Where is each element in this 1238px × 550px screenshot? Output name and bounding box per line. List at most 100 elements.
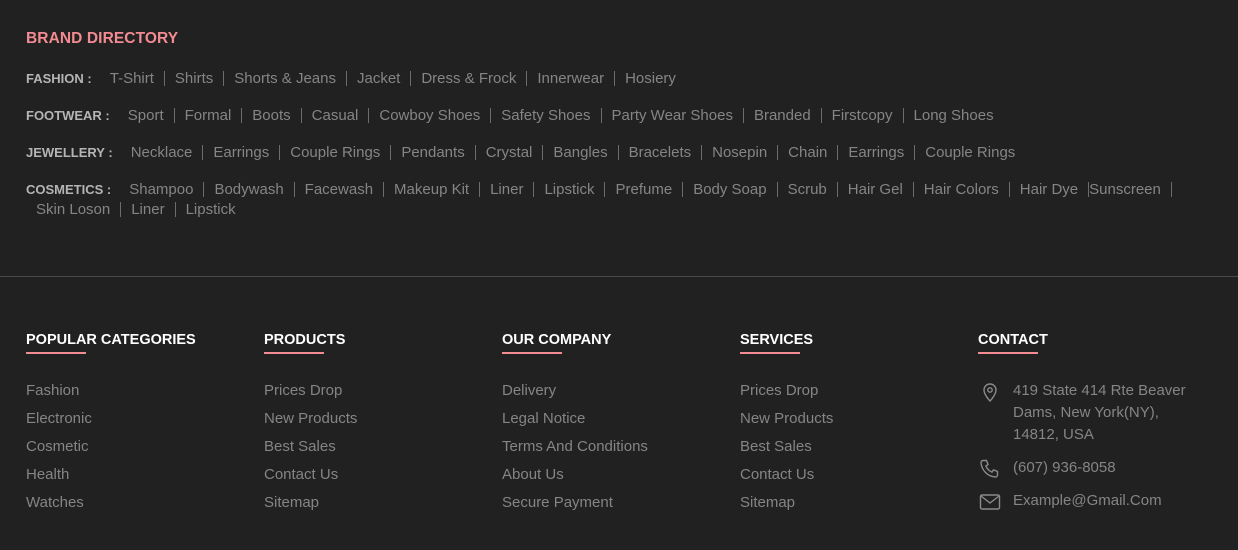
brand-link[interactable]: Bodywash	[204, 182, 295, 197]
footer-link[interactable]: New Products	[264, 410, 357, 427]
brand-link[interactable]: Hair Gel	[838, 182, 914, 197]
footer-link[interactable]: Contact Us	[740, 466, 814, 483]
contact-address-text: 419 State 414 Rte Beaver Dams, New York(…	[1013, 382, 1186, 443]
footer-link[interactable]: Watches	[26, 494, 84, 511]
brand-link[interactable]: Safety Shoes	[491, 108, 602, 123]
mail-icon	[979, 494, 1001, 510]
brand-link[interactable]: Branded	[744, 108, 822, 123]
list-item: Legal Notice	[502, 405, 732, 433]
brand-row-label: FOOTWEAR :	[26, 108, 110, 123]
footer-link[interactable]: Fashion	[26, 382, 79, 399]
brand-directory-title: BRAND DIRECTORY	[26, 30, 179, 47]
footer-link[interactable]: Terms And Conditions	[502, 438, 648, 455]
list-item: Best Sales	[740, 433, 970, 461]
brand-link[interactable]: Jacket	[347, 71, 412, 86]
brand-link[interactable]: Dress & Frock	[411, 71, 528, 86]
list-item: Prices Drop	[264, 377, 494, 405]
brand-link[interactable]: Boots	[242, 108, 302, 123]
brand-link[interactable]: Scrub	[778, 182, 838, 197]
footer-link[interactable]: Legal Notice	[502, 410, 585, 427]
brand-directory: BRAND DIRECTORY FASHION : T-Shirt Shirts…	[26, 30, 1216, 229]
footer-col-services: SERVICES Prices Drop New Products Best S…	[740, 331, 970, 517]
footer-col-title: SERVICES	[740, 332, 813, 354]
brand-link[interactable]: Earrings	[203, 145, 281, 160]
footer-link[interactable]: Health	[26, 466, 69, 483]
contact-email-link[interactable]: Example@Gmail.Com	[1013, 490, 1162, 512]
brand-link[interactable]: Firstcopy	[822, 108, 904, 123]
contact-phone-link[interactable]: (607) 936-8058	[1013, 457, 1116, 479]
brand-link[interactable]: Couple Rings	[280, 145, 392, 160]
footer-link[interactable]: Cosmetic	[26, 438, 89, 455]
brand-link[interactable]: Shirts	[165, 71, 225, 86]
brand-link[interactable]: Liner	[121, 202, 176, 217]
list-item: Contact Us	[740, 461, 970, 489]
footer-link[interactable]: New Products	[740, 410, 833, 427]
brand-link[interactable]: Crystal	[476, 145, 544, 160]
footer-link[interactable]: Contact Us	[264, 466, 338, 483]
contact-list: 419 State 414 Rte Beaver Dams, New York(…	[978, 380, 1218, 514]
footer-link[interactable]: Secure Payment	[502, 494, 613, 511]
footer-col-title: POPULAR CATEGORIES	[26, 332, 196, 354]
brand-link[interactable]: Party Wear Shoes	[602, 108, 744, 123]
footer-link[interactable]: Delivery	[502, 382, 556, 399]
brand-link[interactable]: Skin Loson	[26, 202, 122, 217]
list-item: Secure Payment	[502, 489, 732, 517]
brand-link[interactable]: Liner	[480, 182, 535, 197]
footer-link[interactable]: About Us	[502, 466, 564, 483]
brand-link[interactable]: Hair Dye	[1010, 182, 1090, 197]
list-item: Delivery	[502, 377, 732, 405]
footer-col-products: PRODUCTS Prices Drop New Products Best S…	[264, 331, 494, 517]
list-item: Cosmetic	[26, 433, 256, 461]
brand-link[interactable]: Bangles	[543, 145, 619, 160]
brand-link[interactable]: Casual	[302, 108, 370, 123]
brand-link[interactable]: T-Shirt	[102, 71, 165, 86]
brand-link[interactable]: Shampoo	[121, 182, 205, 197]
brand-link[interactable]: Nosepin	[702, 145, 779, 160]
brand-link[interactable]: Makeup Kit	[384, 182, 481, 197]
brand-link[interactable]: Earrings	[838, 145, 916, 160]
footer-link[interactable]: Prices Drop	[740, 382, 818, 399]
footer-link[interactable]: Best Sales	[740, 438, 812, 455]
brand-row-jewellery: JEWELLERY : Necklace Earrings Couple Rin…	[26, 140, 1216, 165]
footer-col-title: CONTACT	[978, 332, 1048, 354]
list-item: Sitemap	[740, 489, 970, 517]
brand-link[interactable]: Innerwear	[527, 71, 616, 86]
brand-link[interactable]: Couple Rings	[915, 145, 1025, 160]
contact-email: Example@Gmail.Com	[978, 490, 1218, 514]
brand-link[interactable]: Lipstick	[534, 182, 606, 197]
brand-row-fashion: FASHION : T-Shirt Shirts Shorts & Jeans …	[26, 66, 1216, 91]
footer-link[interactable]: Sitemap	[264, 494, 319, 511]
footer-link[interactable]: Electronic	[26, 410, 92, 427]
list-item: Watches	[26, 489, 256, 517]
brand-link[interactable]: Body Soap	[683, 182, 778, 197]
list-item: Terms And Conditions	[502, 433, 732, 461]
footer-link[interactable]: Prices Drop	[264, 382, 342, 399]
brand-row-footwear: FOOTWEAR : Sport Formal Boots Casual Cow…	[26, 103, 1216, 128]
brand-link[interactable]: Hosiery	[615, 71, 686, 86]
footer-col-list: Prices Drop New Products Best Sales Cont…	[264, 377, 494, 517]
brand-link[interactable]: Lipstick	[176, 202, 246, 217]
footer-col-list: Prices Drop New Products Best Sales Cont…	[740, 377, 970, 517]
brand-link[interactable]: Pendants	[391, 145, 476, 160]
brand-link[interactable]: Shorts & Jeans	[224, 71, 347, 86]
brand-link[interactable]: Long Shoes	[904, 108, 1004, 123]
brand-link[interactable]: Cowboy Shoes	[369, 108, 492, 123]
footer-col-our-company: OUR COMPANY Delivery Legal Notice Terms …	[502, 331, 732, 517]
footer-link[interactable]: Sitemap	[740, 494, 795, 511]
brand-link[interactable]: Bracelets	[619, 145, 703, 160]
footer-col-popular-categories: POPULAR CATEGORIES Fashion Electronic Co…	[26, 331, 256, 517]
brand-link[interactable]: Prefume	[605, 182, 684, 197]
brand-link[interactable]: Sport	[120, 108, 175, 123]
brand-link[interactable]: Chain	[778, 145, 839, 160]
brand-link[interactable]: Necklace	[123, 145, 204, 160]
brand-link[interactable]: Formal	[175, 108, 243, 123]
footer-link[interactable]: Best Sales	[264, 438, 336, 455]
brand-link[interactable]: Hair Colors	[914, 182, 1010, 197]
list-item: Electronic	[26, 405, 256, 433]
section-divider	[0, 276, 1238, 277]
brand-link[interactable]: Facewash	[295, 182, 385, 197]
footer-col-title: PRODUCTS	[264, 332, 345, 354]
list-item: About Us	[502, 461, 732, 489]
brand-row-cosmetics: COSMETICS : Shampoo Bodywash Facewash Ma…	[26, 177, 1216, 217]
brand-link[interactable]: Sunscreen	[1089, 182, 1172, 197]
